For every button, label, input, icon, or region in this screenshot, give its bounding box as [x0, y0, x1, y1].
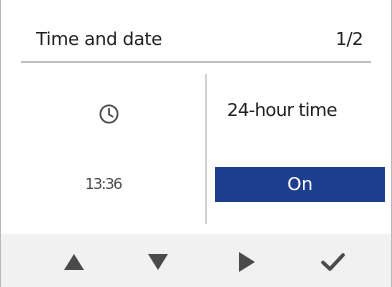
- confirm-button[interactable]: [317, 249, 349, 275]
- down-button[interactable]: [142, 249, 174, 275]
- page-title: Time and date: [36, 29, 163, 50]
- panel-divider: [205, 74, 207, 224]
- setting-value-selector[interactable]: On: [215, 167, 385, 202]
- checkmark-icon: [321, 253, 345, 271]
- header-divider: [21, 61, 371, 63]
- navigation-bar: [1, 234, 391, 287]
- time-and-date-screen: Time and date 1/2 13:36 24-hour time On: [0, 0, 392, 287]
- arrow-down-icon: [148, 254, 168, 270]
- arrow-up-icon: [64, 254, 84, 270]
- clock-icon: [98, 103, 120, 125]
- setting-value: On: [287, 174, 313, 195]
- up-button[interactable]: [58, 249, 90, 275]
- setting-label: 24-hour time: [227, 100, 337, 121]
- page-indicator: 1/2: [335, 29, 364, 50]
- next-button[interactable]: [231, 249, 263, 275]
- arrow-right-icon: [239, 252, 255, 272]
- current-time: 13:36: [85, 175, 123, 193]
